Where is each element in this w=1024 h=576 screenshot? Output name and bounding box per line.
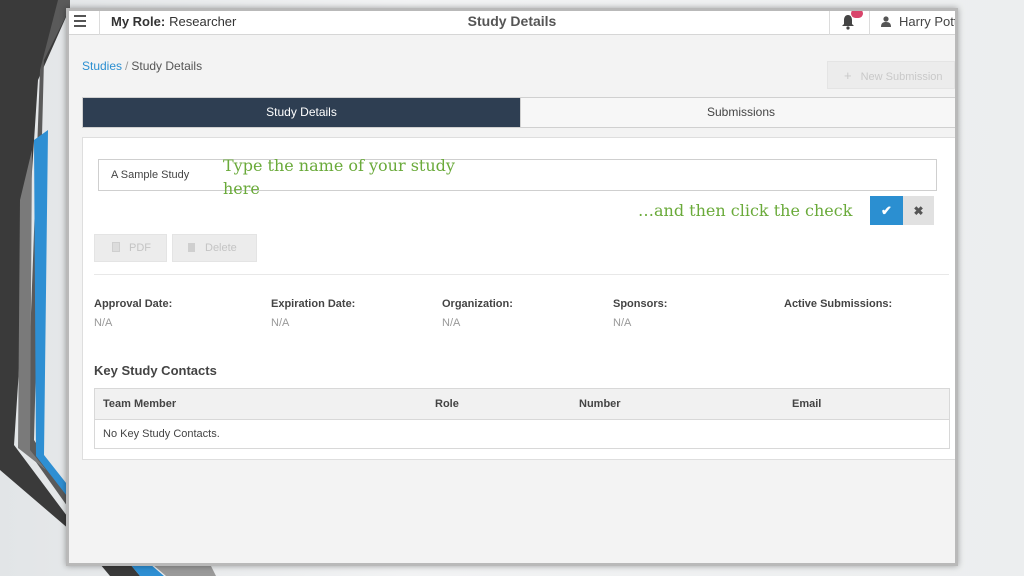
field-value: N/A <box>271 317 290 329</box>
tab-bar: Study Details Submissions <box>82 97 955 128</box>
user-menu[interactable]: Harry Pott <box>881 14 958 29</box>
confirm-button[interactable]: ✔ <box>870 196 903 225</box>
field-expiration-date: Expiration Date: N/A <box>271 298 355 329</box>
field-label: Organization: <box>442 298 513 310</box>
annotation-type-name: Type the name of your study here <box>223 156 455 198</box>
field-label: Sponsors: <box>613 298 668 310</box>
annotation-click-check: …and then click the check <box>638 201 853 220</box>
breadcrumb-separator: / <box>125 59 129 73</box>
field-organization: Organization: N/A <box>442 298 513 329</box>
divider <box>829 11 830 35</box>
tab-submissions[interactable]: Submissions <box>520 98 955 127</box>
breadcrumb-current: Study Details <box>131 59 203 73</box>
key-contacts-heading: Key Study Contacts <box>94 363 217 378</box>
new-submission-button[interactable]: + New Submission <box>827 61 955 89</box>
breadcrumb-studies-link[interactable]: Studies <box>82 59 122 73</box>
table-header: Team Member Role Number Email <box>95 389 949 420</box>
field-label: Expiration Date: <box>271 298 356 310</box>
column-header-email[interactable]: Email <box>792 398 821 410</box>
page-title: Study Details <box>467 13 557 29</box>
field-value: N/A <box>94 317 113 329</box>
plus-icon: + <box>844 68 852 83</box>
app-window: My Role: Researcher Study Details Harry P… <box>66 8 958 566</box>
document-icon <box>112 242 120 252</box>
field-sponsors: Sponsors: N/A <box>613 298 667 329</box>
new-submission-label: New Submission <box>860 71 943 83</box>
field-approval-date: Approval Date: N/A <box>94 298 172 329</box>
top-bar: My Role: Researcher Study Details Harry P… <box>69 11 955 35</box>
trash-icon <box>188 243 195 252</box>
field-label: Active Submissions: <box>784 298 893 310</box>
cancel-button[interactable]: ✖ <box>903 196 934 225</box>
user-icon <box>881 16 891 27</box>
key-contacts-table: Team Member Role Number Email No Key Stu… <box>94 388 950 449</box>
field-value: N/A <box>613 317 632 329</box>
delete-button[interactable]: Delete <box>172 234 257 262</box>
delete-label: Delete <box>205 242 237 254</box>
column-header-number[interactable]: Number <box>579 398 621 410</box>
study-details-panel: Type the name of your study here …and th… <box>82 137 955 460</box>
column-header-team-member[interactable]: Team Member <box>103 398 176 410</box>
breadcrumb: Studies / Study Details <box>82 59 202 73</box>
field-label: Approval Date: <box>94 298 173 310</box>
pdf-label: PDF <box>129 242 151 254</box>
pdf-button[interactable]: PDF <box>94 234 167 262</box>
column-header-role[interactable]: Role <box>435 398 459 410</box>
user-name: Harry Pott <box>899 14 958 29</box>
divider <box>94 274 949 275</box>
divider <box>869 11 870 35</box>
tab-study-details[interactable]: Study Details <box>83 98 520 127</box>
field-value: N/A <box>442 317 461 329</box>
notification-badge <box>851 11 863 18</box>
empty-table-message: No Key Study Contacts. <box>103 428 220 440</box>
field-active-submissions: Active Submissions: <box>784 298 892 317</box>
